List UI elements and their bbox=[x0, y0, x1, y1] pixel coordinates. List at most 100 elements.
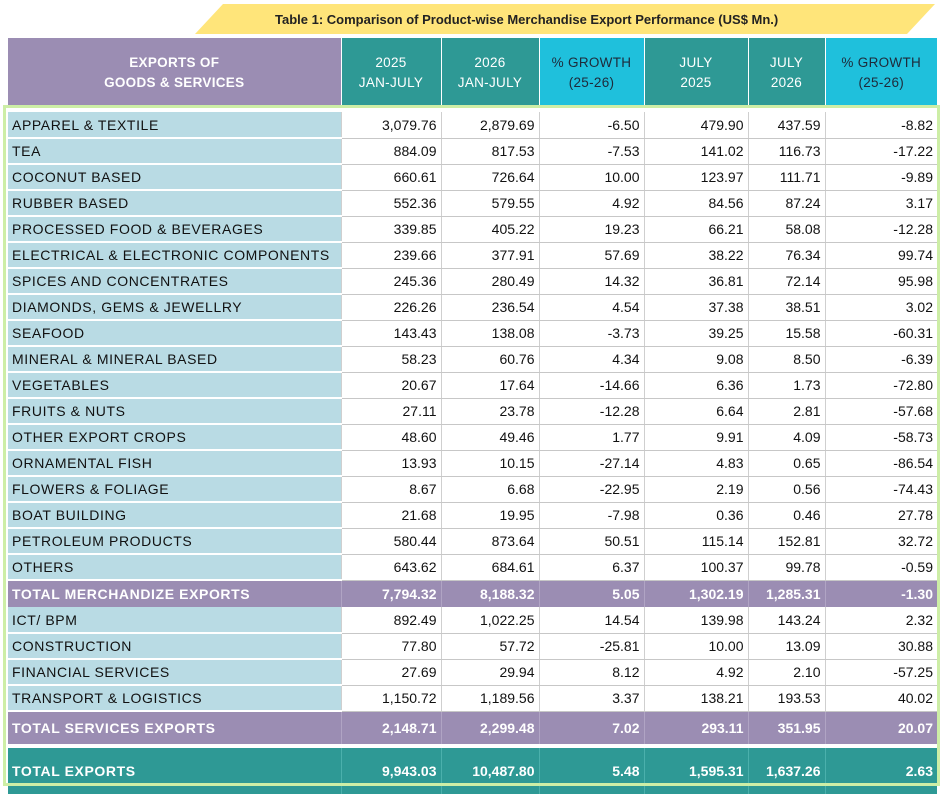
row-label: VEGETABLES bbox=[8, 372, 341, 399]
row-value: 49.46 bbox=[440, 424, 539, 451]
row-value: 10.15 bbox=[440, 450, 539, 477]
row-value: 123.97 bbox=[643, 164, 748, 191]
row-value: 6.64 bbox=[643, 398, 748, 425]
row-value: 226.26 bbox=[340, 294, 441, 321]
title-banner: Table 1: Comparison of Product-wise Merc… bbox=[195, 4, 935, 34]
row-value: 152.81 bbox=[747, 528, 825, 555]
row-value: 138.21 bbox=[643, 685, 748, 712]
row-value: 280.49 bbox=[440, 268, 539, 295]
row-value: -12.28 bbox=[538, 398, 644, 425]
header-c3-line2: (25-26) bbox=[568, 75, 615, 90]
merchandise-row: FLOWERS & FOLIAGE 8.67 6.68 -22.95 2.19 0.56-… bbox=[8, 476, 937, 503]
header-c4-line1: JULY bbox=[679, 55, 713, 70]
row-value: 892.49 bbox=[340, 607, 441, 634]
header-label-line2: GOODS & SERVICES bbox=[104, 75, 245, 90]
row-value: 40.02 bbox=[824, 685, 937, 712]
row-value: 99.74 bbox=[824, 242, 937, 269]
row-label: TOTAL MERCHANDIZE EXPORTS bbox=[8, 580, 341, 607]
row-value: 27.11 bbox=[340, 398, 441, 425]
row-value: 193.53 bbox=[747, 685, 825, 712]
row-value: 143.43 bbox=[340, 320, 441, 347]
row-value: 2.81 bbox=[747, 398, 825, 425]
row-value: 57.72 bbox=[440, 633, 539, 660]
row-value: 58.08 bbox=[747, 216, 825, 243]
row-value: 0.36 bbox=[643, 502, 748, 529]
row-value: -60.31 bbox=[824, 320, 937, 347]
merchandise-row: SEAFOOD 143.43 138.08 -3.73 39.25 15.58 -60.31 bbox=[8, 320, 937, 347]
row-label: TEA bbox=[8, 138, 341, 165]
header-c2-line1: 2026 bbox=[474, 55, 506, 70]
row-value: 4.34 bbox=[538, 346, 644, 373]
row-value: -27.14 bbox=[538, 450, 644, 477]
row-label: SEAFOOD bbox=[8, 320, 341, 347]
row-value: 4.83 bbox=[643, 450, 748, 477]
row-value: -57.68 bbox=[824, 398, 937, 425]
row-label: APPAREL & TEXTILE bbox=[8, 112, 341, 139]
row-value: 8,188.32 bbox=[440, 580, 539, 607]
row-value: 2,148.71 bbox=[340, 711, 441, 744]
row-value: 580.44 bbox=[340, 528, 441, 555]
row-value: 87.24 bbox=[747, 190, 825, 217]
row-value: 10.00 bbox=[538, 164, 644, 191]
merchandise-row: BOAT BUILDING 21.68 19.95 -7.98 0.36 0.46 27.7… bbox=[8, 502, 937, 529]
header-c1-line1: 2025 bbox=[375, 55, 407, 70]
row-value: 2,299.48 bbox=[440, 711, 539, 744]
row-label: COCONUT BASED bbox=[8, 164, 341, 191]
row-value: 77.80 bbox=[340, 633, 441, 660]
row-value: 50.51 bbox=[538, 528, 644, 555]
services-row: TRANSPORT & LOGISTICS 1,150.72 1,189.56 3.3… bbox=[8, 685, 937, 712]
row-value: 9.91 bbox=[643, 424, 748, 451]
row-value: 13.93 bbox=[340, 450, 441, 477]
row-label: SPICES AND CONCENTRATES bbox=[8, 268, 341, 295]
row-label: ELECTRICAL & ELECTRONIC COMPONENTS bbox=[8, 242, 341, 269]
header-c3: % GROWTH (25-26) bbox=[538, 38, 644, 108]
header-c5-line2: 2026 bbox=[770, 75, 803, 90]
merchandise-row: TEA 884.09 817.53 -7.53 141.02 116.73 -17.22 bbox=[8, 138, 937, 165]
row-value: 2.10 bbox=[747, 659, 825, 686]
row-label: TOTAL EXPORTS bbox=[8, 748, 341, 794]
row-value: 38.51 bbox=[747, 294, 825, 321]
row-value: 5.48 bbox=[538, 748, 644, 794]
row-value: 5.05 bbox=[538, 580, 644, 607]
row-value: 39.25 bbox=[643, 320, 748, 347]
header-c1-line2: JAN-JULY bbox=[358, 75, 424, 90]
row-value: 2,879.69 bbox=[440, 112, 539, 139]
row-value: 27.69 bbox=[340, 659, 441, 686]
merchandise-row: ELECTRICAL & ELECTRONIC COMPONENTS 239.66… bbox=[8, 242, 937, 269]
row-label: MINERAL & MINERAL BASED bbox=[8, 346, 341, 373]
row-value: 21.68 bbox=[340, 502, 441, 529]
row-value: 139.98 bbox=[643, 607, 748, 634]
row-label: DIAMONDS, GEMS & JEWELLRY bbox=[8, 294, 341, 321]
row-value: 84.56 bbox=[643, 190, 748, 217]
row-value: 60.76 bbox=[440, 346, 539, 373]
row-value: 1,189.56 bbox=[440, 685, 539, 712]
row-value: 377.91 bbox=[440, 242, 539, 269]
row-value: 115.14 bbox=[643, 528, 748, 555]
row-value: 20.67 bbox=[340, 372, 441, 399]
header-c6-line1: % GROWTH bbox=[841, 55, 922, 70]
row-value: 479.90 bbox=[643, 112, 748, 139]
row-value: 0.65 bbox=[747, 450, 825, 477]
merchandise-row: PETROLEUM PRODUCTS 580.44 873.64 50.51 115.1… bbox=[8, 528, 937, 555]
row-value: 660.61 bbox=[340, 164, 441, 191]
row-value: 19.23 bbox=[538, 216, 644, 243]
header-c5-line1: JULY bbox=[769, 55, 804, 70]
row-value: 552.36 bbox=[340, 190, 441, 217]
row-label: TOTAL SERVICES EXPORTS bbox=[8, 711, 341, 744]
row-value: 17.64 bbox=[440, 372, 539, 399]
row-value: 9,943.03 bbox=[340, 748, 441, 794]
row-value: 3.17 bbox=[824, 190, 937, 217]
merchandise-row: RUBBER BASED 552.36 579.55 4.92 84.56 87.24 3.… bbox=[8, 190, 937, 217]
row-value: 8.67 bbox=[340, 476, 441, 503]
row-value: -12.28 bbox=[824, 216, 937, 243]
merchandise-row: OTHERS 643.62 684.61 6.37 100.37 99.78 -0.59 bbox=[8, 554, 937, 581]
header-label-line1: EXPORTS OF bbox=[129, 55, 220, 70]
row-value: 351.95 bbox=[747, 711, 825, 744]
row-value: 116.73 bbox=[747, 138, 825, 165]
row-value: 2.32 bbox=[824, 607, 937, 634]
table-title: Table 1: Comparison of Product-wise Merc… bbox=[275, 12, 779, 27]
row-value: 684.61 bbox=[440, 554, 539, 581]
merchandise-row: SPICES AND CONCENTRATES 245.36 280.49 14.32… bbox=[8, 268, 937, 295]
row-value: -57.25 bbox=[824, 659, 937, 686]
row-value: 3.02 bbox=[824, 294, 937, 321]
